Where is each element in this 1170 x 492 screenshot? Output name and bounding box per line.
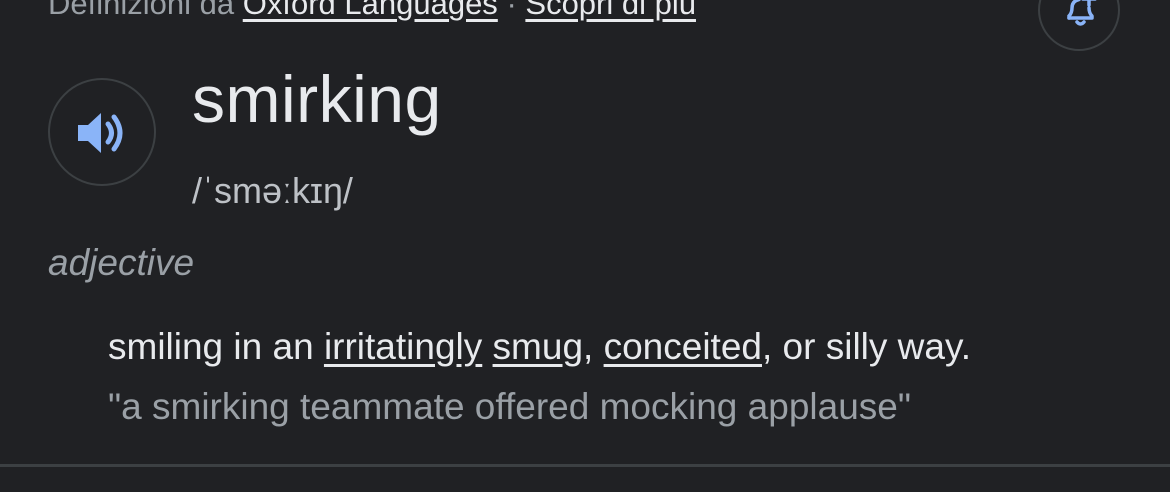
source-attribution: Definizioni da Oxford Languages · Scopri…: [48, 0, 696, 22]
headword: smirking: [192, 62, 442, 136]
definition-link-smug[interactable]: smug: [493, 326, 583, 367]
bell-plus-icon: [1067, 0, 1097, 26]
part-of-speech: adjective: [48, 242, 195, 283]
learn-more-link[interactable]: Scopri di più: [525, 0, 696, 21]
definition-text-1: smiling in an: [108, 326, 324, 367]
source-prefix: Definizioni da: [48, 0, 235, 21]
oxford-languages-link[interactable]: Oxford Languages: [243, 0, 498, 21]
definition-text-4: , or silly way.: [761, 326, 971, 367]
example-sentence: "a smirking teammate offered mocking app…: [108, 386, 911, 427]
play-pronunciation-button[interactable]: [48, 78, 156, 186]
create-alert-button[interactable]: [1038, 0, 1120, 51]
dictionary-card: Definizioni da Oxford Languages · Scopri…: [0, 0, 1170, 492]
definition-link-conceited[interactable]: conceited: [604, 326, 762, 367]
definition-text-3: ,: [583, 326, 604, 367]
divider: [0, 464, 1170, 467]
definition-link-irritatingly[interactable]: irritatingly: [324, 326, 482, 367]
source-separator: ·: [506, 0, 517, 21]
definition-text-2: [482, 326, 492, 367]
definition-text: smiling in an irritatingly smug, conceit…: [108, 326, 971, 368]
phonetic-spelling: /ˈsməːkɪŋ/: [192, 170, 353, 211]
speaker-icon: [78, 113, 123, 153]
